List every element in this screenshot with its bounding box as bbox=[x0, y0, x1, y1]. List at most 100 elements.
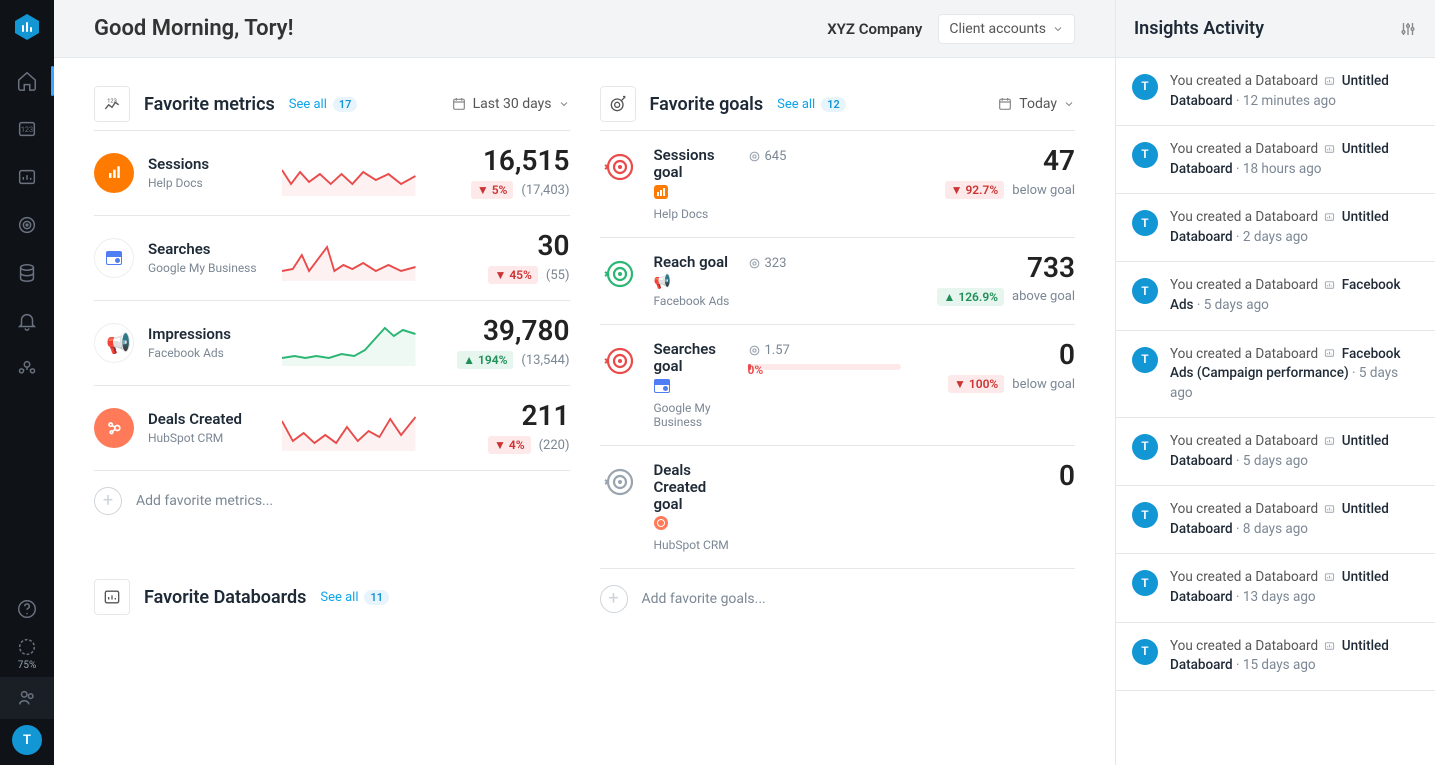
plus-icon: + bbox=[600, 585, 628, 613]
activity-avatar: T bbox=[1132, 434, 1158, 460]
activity-item[interactable]: T You created a Databoard Untitled Datab… bbox=[1116, 554, 1435, 622]
sliders-icon[interactable] bbox=[1399, 20, 1417, 38]
insights-title: Insights Activity bbox=[1134, 18, 1264, 39]
goal-value: 0 bbox=[915, 341, 1075, 369]
goal-source: Facebook Ads bbox=[654, 294, 734, 308]
company-name: XYZ Company bbox=[827, 20, 922, 38]
calendar-icon bbox=[451, 96, 467, 112]
goal-source: Help Docs bbox=[654, 207, 734, 221]
activity-item[interactable]: T You created a Databoard Untitled Datab… bbox=[1116, 194, 1435, 262]
activity-item[interactable]: T You created a Databoard Facebook Ads (… bbox=[1116, 331, 1435, 419]
databoards-see-all[interactable]: See all 11 bbox=[320, 590, 389, 605]
activity-action: You created a Databoard bbox=[1170, 501, 1318, 517]
goal-mid: 323 bbox=[748, 254, 902, 271]
nav-team[interactable] bbox=[0, 348, 54, 390]
nav-data[interactable] bbox=[0, 252, 54, 294]
client-accounts-dropdown[interactable]: Client accounts bbox=[938, 14, 1075, 44]
goal-mid bbox=[748, 462, 902, 464]
goal-title: Deals Created goal bbox=[654, 462, 734, 512]
goal-delta: ▼ 100% bbox=[948, 375, 1004, 393]
metric-source-icon bbox=[94, 153, 134, 193]
metrics-timeframe[interactable]: Last 30 days bbox=[451, 96, 570, 112]
plus-icon: + bbox=[94, 487, 122, 515]
goals-timeframe[interactable]: Today bbox=[997, 96, 1075, 112]
activity-item[interactable]: T You created a Databoard Untitled Datab… bbox=[1116, 126, 1435, 194]
activity-item[interactable]: T You created a Databoard Untitled Datab… bbox=[1116, 623, 1435, 691]
metrics-see-all[interactable]: See all 17 bbox=[289, 97, 358, 112]
metrics-section-icon: 123 bbox=[94, 86, 130, 122]
goal-source: HubSpot CRM bbox=[654, 538, 734, 552]
metric-value: 211 bbox=[430, 402, 570, 430]
metric-prev: (17,403) bbox=[521, 183, 569, 198]
chevron-down-icon bbox=[1052, 23, 1064, 35]
nav-databoards[interactable] bbox=[0, 156, 54, 198]
goal-row[interactable]: Searches goal Google My Business 1.57 0%… bbox=[600, 325, 1076, 446]
metric-sparkline bbox=[282, 235, 416, 281]
logo[interactable] bbox=[0, 0, 54, 54]
metric-delta: ▲ 194% bbox=[457, 351, 513, 369]
activity-action: You created a Databoard bbox=[1170, 433, 1318, 449]
activity-action: You created a Databoard bbox=[1170, 73, 1318, 89]
metric-row[interactable]: Sessions Help Docs 16,515 ▼ 5% (17,403) bbox=[94, 131, 570, 216]
goal-title: Reach goal bbox=[654, 254, 734, 271]
activity-avatar: T bbox=[1132, 142, 1158, 168]
metric-sparkline bbox=[282, 150, 416, 196]
metric-prev: (220) bbox=[539, 438, 570, 453]
calendar-icon bbox=[997, 96, 1013, 112]
goal-value: 47 bbox=[915, 147, 1075, 175]
chevron-down-icon bbox=[558, 98, 570, 110]
activity-time: · 5 days ago bbox=[1197, 297, 1269, 313]
metric-source: Help Docs bbox=[148, 176, 268, 190]
nav-accounts[interactable] bbox=[0, 677, 54, 719]
metric-title: Sessions bbox=[148, 156, 268, 173]
nav-goals[interactable] bbox=[0, 204, 54, 246]
activity-item[interactable]: T You created a Databoard Facebook Ads ·… bbox=[1116, 262, 1435, 330]
activity-time: · 8 days ago bbox=[1236, 521, 1308, 537]
metric-value: 16,515 bbox=[430, 147, 570, 175]
metric-source: Google My Business bbox=[148, 261, 268, 275]
metrics-header: 123 Favorite metrics See all 17 Last 30 … bbox=[94, 86, 570, 122]
databoard-icon bbox=[1323, 501, 1336, 517]
activity-avatar: T bbox=[1132, 210, 1158, 236]
goal-value: 733 bbox=[915, 254, 1075, 282]
goal-row[interactable]: Reach goal 📢 Facebook Ads 323 733 ▲ 126.… bbox=[600, 238, 1076, 326]
metric-row[interactable]: Deals Created HubSpot CRM 211 ▼ 4% (220) bbox=[94, 386, 570, 471]
metric-prev: (55) bbox=[546, 268, 570, 283]
activity-time: · 18 hours ago bbox=[1236, 161, 1322, 177]
goal-source-icon bbox=[654, 516, 734, 534]
goal-title: Sessions goal bbox=[654, 147, 734, 181]
nav-metrics[interactable]: 123 bbox=[0, 108, 54, 150]
activity-avatar: T bbox=[1132, 74, 1158, 100]
metric-row[interactable]: Searches Google My Business 30 ▼ 45% (55… bbox=[94, 216, 570, 301]
goals-header: Favorite goals See all 12 Today bbox=[600, 86, 1076, 122]
activity-item[interactable]: T You created a Databoard Untitled Datab… bbox=[1116, 418, 1435, 486]
goal-delta: ▲ 126.9% bbox=[937, 288, 1004, 306]
goal-row[interactable]: Deals Created goal HubSpot CRM 0 bbox=[600, 446, 1076, 569]
nav-alerts[interactable] bbox=[0, 300, 54, 342]
activity-item[interactable]: T You created a Databoard Untitled Datab… bbox=[1116, 58, 1435, 126]
metric-value: 39,780 bbox=[430, 317, 570, 345]
metric-delta: ▼ 5% bbox=[471, 181, 514, 199]
goals-see-all[interactable]: See all 12 bbox=[777, 97, 846, 112]
goal-row[interactable]: Sessions goal Help Docs 645 47 ▼ 92.7% b… bbox=[600, 131, 1076, 238]
add-favorite-goals[interactable]: + Add favorite goals... bbox=[600, 569, 1076, 629]
databoard-icon bbox=[1323, 638, 1336, 654]
goal-target: 645 bbox=[748, 149, 902, 164]
user-avatar[interactable]: T bbox=[12, 725, 42, 755]
goal-status: below goal bbox=[1012, 377, 1075, 392]
metrics-title: Favorite metrics bbox=[144, 94, 275, 115]
activity-avatar: T bbox=[1132, 278, 1158, 304]
goal-source: Google My Business bbox=[654, 401, 734, 429]
add-favorite-metrics[interactable]: + Add favorite metrics... bbox=[94, 471, 570, 531]
nav-help[interactable] bbox=[0, 588, 54, 630]
databoard-icon bbox=[1323, 209, 1336, 225]
goal-target-icon bbox=[600, 147, 640, 187]
nav-usage[interactable]: 75% bbox=[0, 636, 54, 671]
metric-row[interactable]: 📢 Impressions Facebook Ads 39,780 ▲ 194%… bbox=[94, 301, 570, 386]
goal-mid: 645 bbox=[748, 147, 902, 164]
activity-avatar: T bbox=[1132, 502, 1158, 528]
activity-action: You created a Databoard bbox=[1170, 141, 1318, 157]
nav-home[interactable] bbox=[0, 60, 54, 102]
metric-title: Searches bbox=[148, 241, 268, 258]
activity-item[interactable]: T You created a Databoard Untitled Datab… bbox=[1116, 486, 1435, 554]
